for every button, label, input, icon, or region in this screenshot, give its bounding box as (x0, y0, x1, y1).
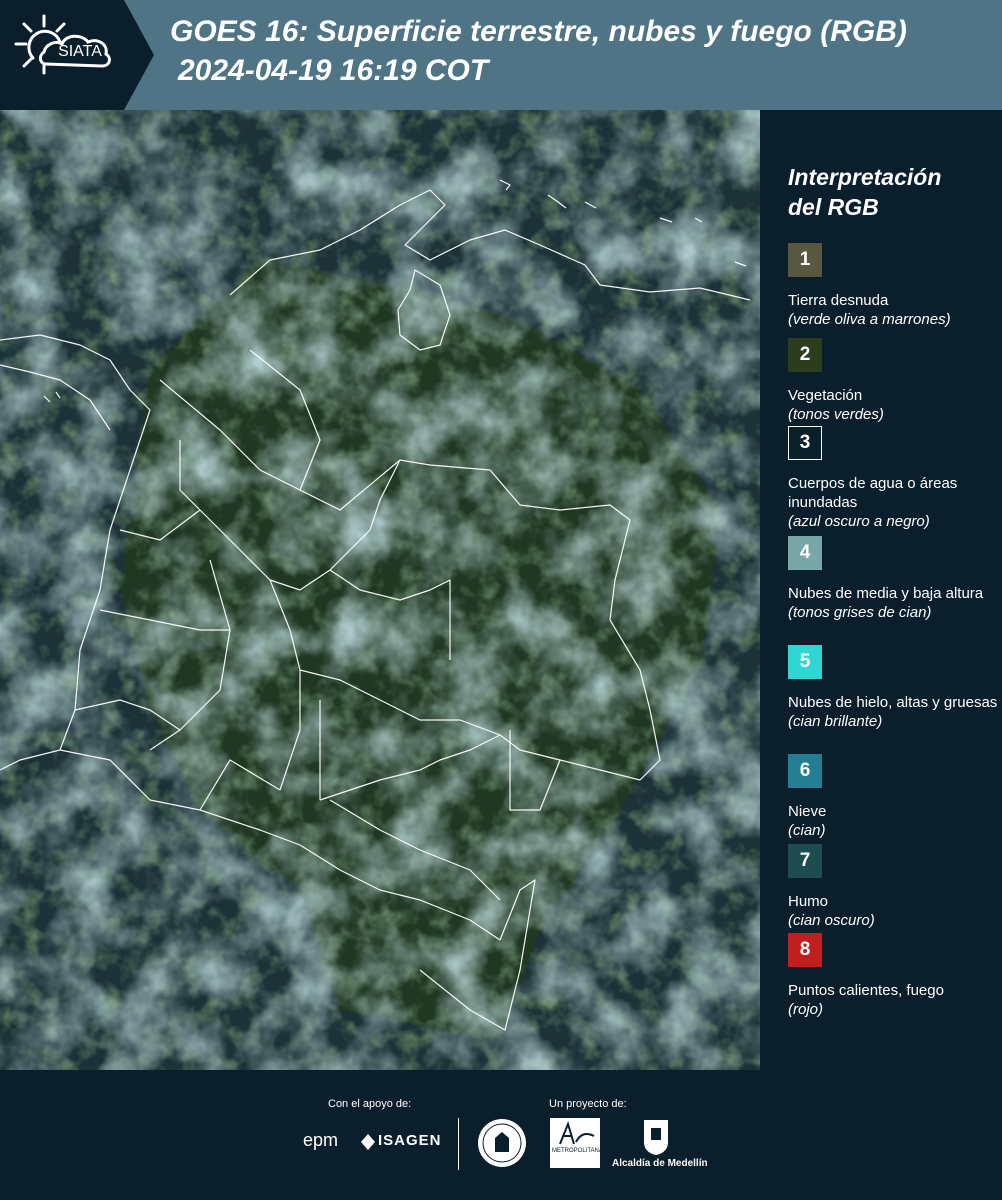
legend-label: Cuerpos de agua o áreas inundadas (788, 475, 958, 511)
legend-item: 2 Vegetación (tonos verdes) (788, 338, 998, 424)
legend-item: 3 Cuerpos de agua o áreas inundadas (azul … (788, 426, 998, 531)
legend-label: Humo (788, 893, 829, 910)
legend-item: 8 Puntos calientes, fuego (rojo) (788, 933, 998, 1019)
epm-logo: epm (303, 1130, 339, 1150)
legend-swatch: 3 (788, 426, 822, 460)
alcaldia-shield-icon (644, 1120, 668, 1155)
legend-item: 1 Tierra desnuda (verde oliva a marrones) (788, 243, 998, 329)
legend-item: 7 Humo (cian oscuro) (788, 844, 998, 930)
legend-description: (rojo) (788, 1001, 824, 1018)
satellite-map (0, 110, 760, 1070)
isagen-icon (361, 1134, 375, 1150)
legend-swatch: 1 (788, 243, 822, 277)
legend-title: Interpretación del RGB (788, 162, 988, 222)
legend-item: 5 Nubes de hielo, altas y gruesas (cian br… (788, 645, 998, 731)
legend-description: (cian oscuro) (788, 912, 875, 929)
legend-label: Puntos calientes, fuego (788, 982, 944, 999)
timestamp: 2024-04-19 16:19 COT (178, 54, 489, 87)
logo-text: SIATA (58, 43, 102, 60)
seal-icon (478, 1119, 526, 1167)
legend-label: Nubes de hielo, altas y gruesas (788, 694, 998, 711)
legend-swatch: 7 (788, 844, 822, 878)
legend-item: 6 Nieve (cian) (788, 754, 998, 840)
header: SIATA GOES 16: Superficie terrestre, nub… (0, 0, 1002, 110)
legend-description: (verde oliva a marrones) (788, 311, 951, 328)
alcaldia-logo-text: Alcaldía de Medellín (612, 1158, 708, 1169)
legend-label: Tierra desnuda (788, 292, 889, 309)
area-logo-text: METROPOLITANA (552, 1148, 603, 1154)
page-title: GOES 16: Superficie terrestre, nubes y f… (170, 15, 907, 48)
legend-description: (cian brillante) (788, 713, 883, 730)
siata-logo: SIATA (0, 0, 154, 110)
legend-label: Nieve (788, 803, 827, 820)
area-metropolitana-logo: METROPOLITANA (550, 1118, 603, 1168)
legend-swatch: 6 (788, 754, 822, 788)
legend-description: (tonos grises de cian) (788, 604, 932, 621)
legend-description: (tonos verdes) (788, 406, 884, 423)
legend-description: (cian) (788, 822, 826, 839)
legend-title-line1: Interpretación (788, 164, 942, 190)
legend-swatch: 5 (788, 645, 822, 679)
legend-swatch: 2 (788, 338, 822, 372)
area-logo-icon (559, 1120, 595, 1145)
legend-item: 4 Nubes de media y baja altura (tonos gris… (788, 536, 998, 622)
legend-label: Vegetación (788, 387, 863, 404)
legend-title-line2: del RGB (788, 194, 879, 220)
footer-divider (458, 1118, 459, 1170)
legend-panel: Interpretación del RGB 1 Tierra desnuda (v… (760, 110, 1002, 1070)
footer: Con el apoyo de: Un proyecto de: epm ISA… (0, 1070, 1002, 1200)
project-label: Un proyecto de: (549, 1098, 627, 1110)
legend-description: (azul oscuro a negro) (788, 513, 930, 530)
isagen-logo: ISAGEN (378, 1132, 442, 1149)
legend-swatch: 4 (788, 536, 822, 570)
support-label: Con el apoyo de: (328, 1098, 412, 1110)
legend-label: Nubes de media y baja altura (788, 585, 984, 602)
legend-swatch: 8 (788, 933, 822, 967)
